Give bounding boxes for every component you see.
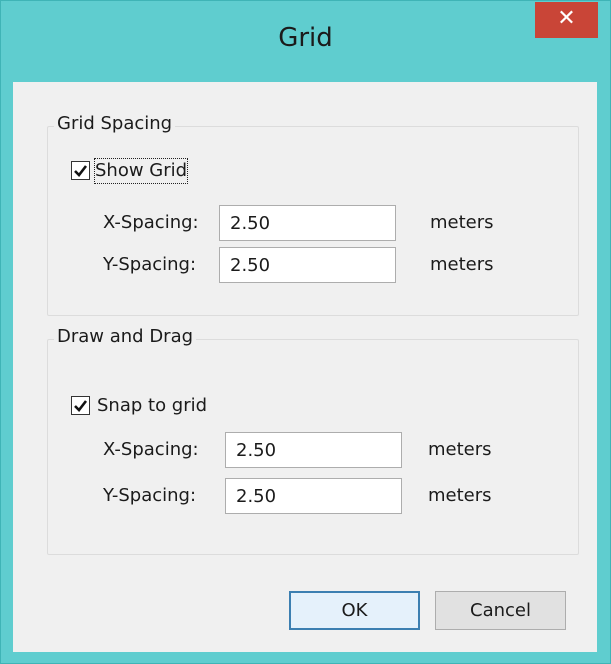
snap-to-grid-checkbox[interactable]	[71, 396, 90, 415]
grid-x-spacing-unit: meters	[430, 212, 494, 233]
title-bar[interactable]: Grid ✕	[1, 1, 610, 83]
snap-y-spacing-unit: meters	[428, 485, 492, 506]
grid-spacing-group-title: Grid Spacing	[54, 112, 176, 136]
snap-x-spacing-input[interactable]	[225, 432, 402, 468]
close-icon: ✕	[557, 6, 576, 31]
close-button[interactable]: ✕	[535, 2, 598, 38]
cancel-button[interactable]: Cancel	[435, 591, 566, 630]
dialog-client-area: Grid Spacing Show Grid X-Spacing: meters…	[13, 82, 597, 652]
checkmark-icon	[74, 400, 88, 412]
checkmark-icon	[74, 165, 88, 177]
grid-x-spacing-input[interactable]	[219, 205, 396, 241]
window-title: Grid	[278, 23, 333, 53]
ok-button[interactable]: OK	[289, 591, 420, 630]
show-grid-checkbox[interactable]	[71, 161, 90, 180]
grid-x-spacing-label: X-Spacing:	[103, 212, 199, 233]
draw-and-drag-group: Draw and Drag Snap to grid X-Spacing: me…	[47, 325, 579, 555]
grid-y-spacing-label: Y-Spacing:	[103, 254, 197, 275]
snap-y-spacing-label: Y-Spacing:	[103, 485, 197, 506]
grid-y-spacing-input[interactable]	[219, 247, 396, 283]
grid-y-spacing-unit: meters	[430, 254, 494, 275]
snap-x-spacing-label: X-Spacing:	[103, 439, 199, 460]
snap-x-spacing-unit: meters	[428, 439, 492, 460]
snap-to-grid-label[interactable]: Snap to grid	[97, 394, 207, 418]
grid-spacing-group: Grid Spacing Show Grid X-Spacing: meters…	[47, 112, 579, 316]
draw-and-drag-group-title: Draw and Drag	[54, 325, 197, 349]
show-grid-label[interactable]: Show Grid	[93, 158, 189, 184]
dialog-window: Grid ✕ Grid Spacing Show Grid X-Spacing:…	[0, 0, 611, 664]
snap-y-spacing-input[interactable]	[225, 478, 402, 514]
